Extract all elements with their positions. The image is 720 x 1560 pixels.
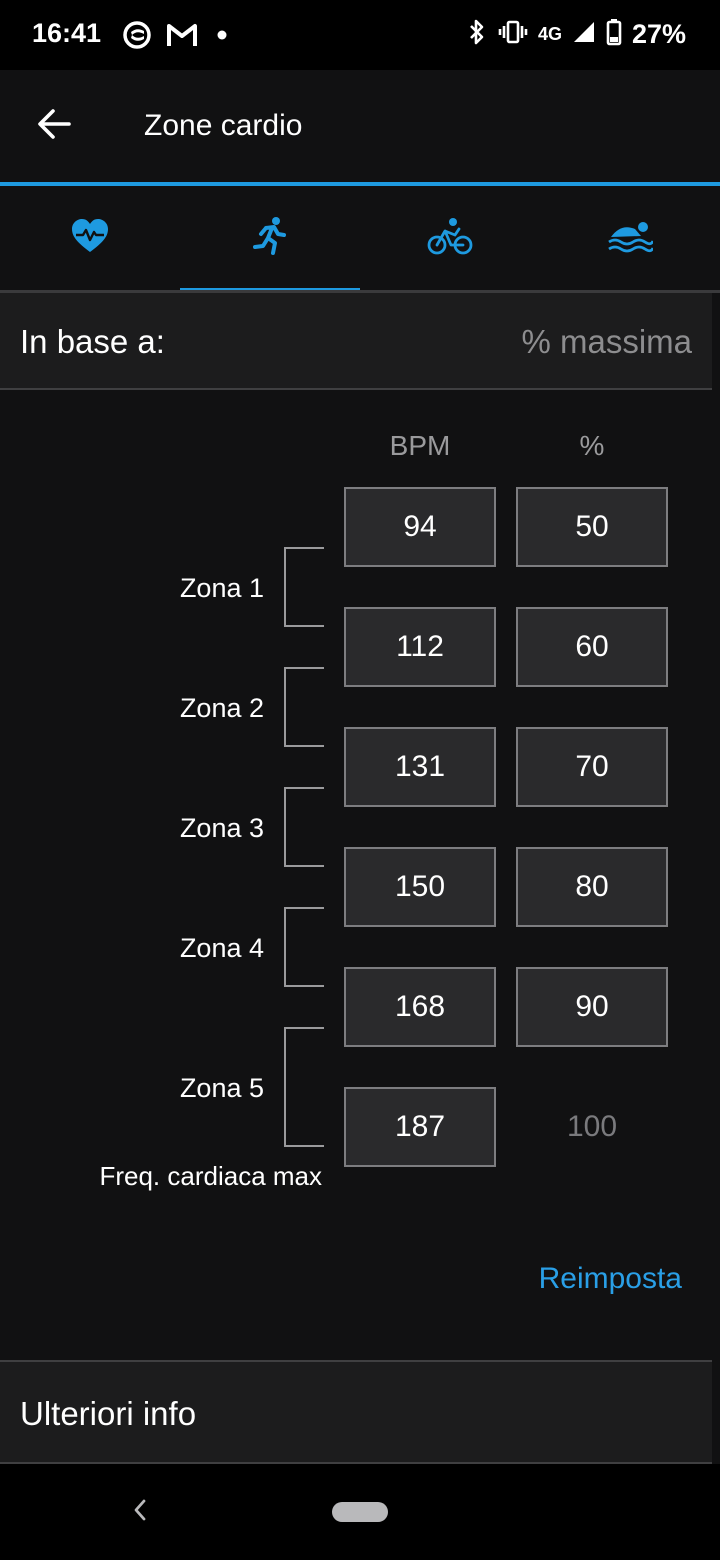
bpm-field-1[interactable]: 94 [344,487,496,567]
bpm-field-3[interactable]: 131 [344,727,496,807]
zone-bracket-2 [284,667,324,747]
zone-label-5: Zona 5 [179,1073,264,1103]
bpm-field-2[interactable]: 112 [344,607,496,687]
nav-home-pill[interactable] [332,1502,388,1522]
reset-button[interactable]: Reimposta [539,1262,682,1296]
bpm-field-4[interactable]: 150 [344,847,496,927]
heart-icon [70,218,110,259]
page: 16:41 4G 27% Zone cardio In base a: % ma… [0,0,720,1560]
column-header-bpm: BPM [389,430,451,461]
swimming-icon [607,219,655,258]
arrow-left-icon [36,108,72,145]
vibrate-icon [498,20,528,49]
status-time: 16:41 [32,18,102,48]
zone-bracket-4 [284,907,324,987]
status-bar: 16:41 4G 27% [0,0,720,70]
bpm-field-max[interactable]: 187 [344,1087,496,1167]
signal-icon [572,20,596,49]
tab-swimming[interactable] [540,186,720,290]
battery-text: 27% [631,19,686,49]
based-on-value: % massima [521,323,692,360]
max-heart-rate-label: Freq. cardiaca max [99,1161,322,1191]
dot-icon [212,25,232,50]
tab-general[interactable] [0,186,180,290]
zone-label-4: Zona 4 [179,933,264,963]
bluetooth-icon [466,18,488,51]
zone-label-3: Zona 3 [179,813,264,843]
back-button[interactable] [30,104,78,148]
bpm-field-5[interactable]: 168 [344,967,496,1047]
percent-field-4[interactable]: 80 [516,847,668,927]
percent-field-2[interactable]: 60 [516,607,668,687]
column-header-percent: % [579,430,605,461]
cycling-icon [427,217,473,260]
zone-label-1: Zona 1 [179,573,264,603]
nav-back-button[interactable] [126,1496,154,1528]
page-title: Zone cardio [144,109,303,142]
percent-field-3[interactable]: 70 [516,727,668,807]
opera-icon [122,20,152,55]
system-nav-bar [0,1464,720,1560]
app-bar: Zone cardio [0,70,720,182]
tab-running[interactable] [180,186,360,290]
percent-value-max: 100 [566,1110,618,1143]
gmail-icon [166,22,198,53]
zone-bracket-5 [284,1027,324,1147]
zone-label-2: Zona 2 [179,693,264,723]
zone-bracket-3 [284,787,324,867]
percent-field-1[interactable]: 50 [516,487,668,567]
chevron-left-icon [132,1498,148,1527]
running-icon [252,216,288,261]
battery-icon [606,18,622,51]
activity-tabs [0,186,720,292]
based-on-label: In base a: [20,323,165,360]
more-info-row[interactable]: Ulteriori info [0,1360,712,1464]
more-info-label: Ulteriori info [20,1395,197,1432]
zone-bracket-1 [284,547,324,627]
tab-cycling[interactable] [360,186,540,290]
based-on-row[interactable]: In base a: % massima [0,293,712,390]
network-label: 4G [537,24,562,44]
percent-field-5[interactable]: 90 [516,967,668,1047]
